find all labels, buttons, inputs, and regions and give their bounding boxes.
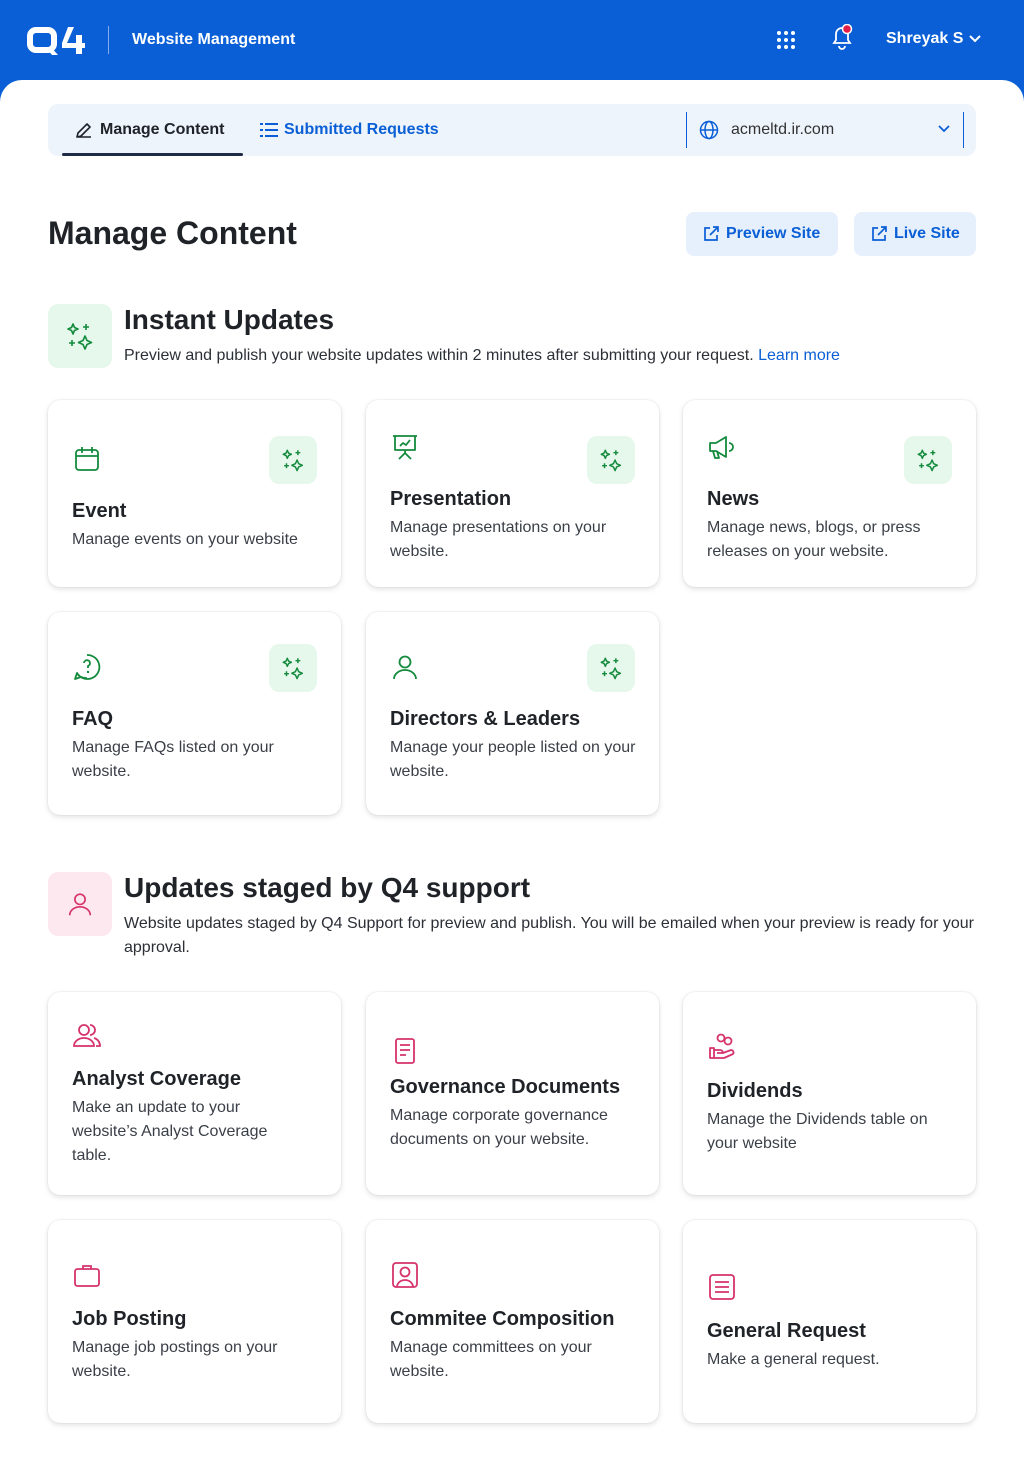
instant-badge: [269, 436, 317, 484]
card-desc: Manage job postings on your website.: [72, 1339, 278, 1380]
card-general-request[interactable]: General Request Make a general request.: [683, 1220, 976, 1423]
staged-updates-desc: Website updates staged by Q4 Support for…: [124, 915, 974, 956]
card-news[interactable]: News Manage news, blogs, or press releas…: [683, 400, 976, 587]
card-governance-documents[interactable]: Governance Documents Manage corporate go…: [366, 992, 659, 1195]
tab-bar: Manage Content Submitted Requests acmelt…: [48, 104, 976, 156]
preview-site-button[interactable]: Preview Site: [686, 212, 838, 256]
card-title: Governance Documents: [390, 1076, 621, 1098]
card-desc: Manage your people listed on your websit…: [390, 739, 636, 780]
card-desc: Make an update to your website’s Analyst…: [72, 1099, 268, 1164]
person-icon: [68, 893, 92, 916]
live-site-label: Live Site: [894, 225, 960, 242]
grid-icon[interactable]: [776, 30, 796, 50]
external-link-icon: [872, 226, 887, 241]
list-icon: [709, 1274, 735, 1300]
tab-manage-content-label: Manage Content: [100, 121, 225, 138]
sparkles-icon: [282, 657, 304, 680]
card-job-posting[interactable]: Job Posting Manage job postings on your …: [48, 1220, 341, 1423]
chevron-down-icon: [969, 35, 982, 43]
sparkles-icon: [282, 449, 304, 472]
instant-badge: [904, 436, 952, 484]
list-bullets-icon: [260, 123, 278, 137]
card-title: Directors & Leaders: [390, 708, 581, 730]
chevron-down-icon: [938, 125, 950, 133]
megaphone-icon: [709, 436, 734, 459]
bell-icon[interactable]: [830, 24, 854, 52]
staged-updates-title: Updates staged by Q4 support: [124, 872, 531, 903]
user-name: Shreyak S: [886, 30, 964, 47]
users-icon: [73, 1024, 101, 1047]
card-committee-composition[interactable]: Commitee Composition Manage committees o…: [366, 1220, 659, 1423]
card-desc: Manage news, blogs, or press releases on…: [707, 519, 921, 560]
card-title: Job Posting: [72, 1308, 187, 1330]
briefcase-icon: [74, 1265, 100, 1287]
card-title: Commitee Composition: [390, 1308, 615, 1330]
card-desc: Make a general request.: [707, 1351, 880, 1368]
id-card-icon: [392, 1262, 418, 1288]
card-event[interactable]: Event Manage events on your website: [48, 400, 341, 587]
card-desc: Manage FAQs listed on your website.: [72, 739, 274, 780]
calendar-icon: [75, 447, 99, 471]
instant-badge: [587, 436, 635, 484]
instant-badge: [269, 644, 317, 692]
instant-updates-icon-tile: [48, 304, 112, 368]
sparkles-icon: [600, 449, 622, 472]
card-analyst-coverage[interactable]: Analyst Coverage Make an update to your …: [48, 992, 341, 1195]
sparkles-icon: [917, 449, 939, 472]
pencil-icon: [76, 123, 91, 138]
card-title: Event: [72, 500, 127, 522]
card-presentation[interactable]: Presentation Manage presentations on you…: [366, 400, 659, 587]
card-title: Analyst Coverage: [72, 1068, 241, 1090]
tab-submitted-requests[interactable]: Submitted Requests: [260, 104, 439, 156]
top-bar: Website Management Shreyak S: [0, 0, 1024, 80]
card-title: Dividends: [707, 1080, 803, 1102]
card-desc: Manage committees on your website.: [390, 1339, 592, 1380]
question-chat-icon: [74, 654, 101, 680]
instant-updates-title: Instant Updates: [124, 304, 335, 335]
main-panel: Manage Content Submitted Requests acmelt…: [0, 80, 1024, 1480]
card-desc: Manage corporate governance documents on…: [390, 1107, 608, 1148]
card-dividends[interactable]: Dividends Manage the Dividends table on …: [683, 992, 976, 1195]
card-title: News: [707, 488, 760, 510]
card-title: General Request: [707, 1320, 866, 1342]
card-desc: Manage the Dividends table on your websi…: [707, 1111, 928, 1152]
tab-submitted-requests-label: Submitted Requests: [284, 121, 439, 138]
card-title: FAQ: [72, 708, 114, 730]
page-title: Manage Content: [48, 215, 297, 251]
person-icon: [393, 655, 417, 680]
instant-updates-desc: Preview and publish your website updates…: [124, 344, 984, 368]
dividends-icon: [709, 1033, 735, 1059]
instant-badge: [587, 644, 635, 692]
globe-icon: [699, 120, 719, 140]
user-menu[interactable]: Shreyak S: [886, 30, 982, 48]
instant-updates-desc-text: Preview and publish your website updates…: [124, 347, 754, 364]
preview-site-label: Preview Site: [726, 225, 821, 242]
app-title: Website Management: [132, 31, 296, 48]
external-link-icon: [704, 226, 719, 241]
site-selector[interactable]: acmeltd.ir.com: [686, 112, 964, 148]
header-divider: [108, 26, 109, 54]
card-desc: Manage presentations on your website.: [390, 519, 607, 560]
live-site-button[interactable]: Live Site: [854, 212, 976, 256]
learn-more-link[interactable]: Learn more: [758, 347, 840, 364]
card-directors-leaders[interactable]: Directors & Leaders Manage your people l…: [366, 612, 659, 815]
sparkles-icon: [67, 323, 93, 350]
sparkles-icon: [600, 657, 622, 680]
presentation-icon: [393, 435, 417, 460]
tab-manage-content[interactable]: Manage Content: [62, 104, 243, 156]
site-selector-value: acmeltd.ir.com: [731, 121, 835, 138]
card-desc: Manage events on your website: [72, 531, 298, 548]
card-faq[interactable]: FAQ Manage FAQs listed on your website.: [48, 612, 341, 815]
staged-updates-icon-tile: [48, 872, 112, 936]
card-title: Presentation: [390, 488, 512, 510]
q4-logo[interactable]: [24, 24, 86, 58]
document-icon: [395, 1038, 415, 1064]
